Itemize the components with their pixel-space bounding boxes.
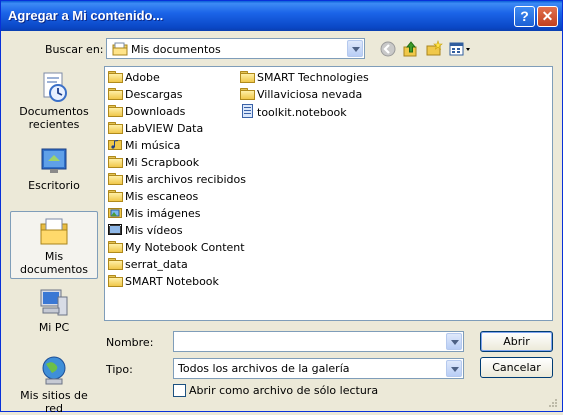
place-desktop[interactable]: Escritorio (10, 145, 98, 205)
place-network[interactable]: Mis sitios de red (10, 355, 98, 415)
list-item[interactable]: LabVIEW Data (108, 121, 203, 137)
list-item[interactable]: Mi Scrapbook (108, 155, 199, 171)
file-list[interactable]: Adobe Descargas Downloads LabVIEW Data M… (104, 66, 553, 321)
folder-icon (108, 156, 123, 168)
cancel-button[interactable]: Cancelar (480, 357, 553, 378)
views-menu-icon[interactable] (448, 40, 472, 58)
list-item[interactable]: Mis imágenes (108, 206, 201, 222)
folder-icon (108, 105, 123, 117)
videos-folder-icon (108, 224, 122, 235)
help-button[interactable]: ? (514, 6, 535, 27)
filename-label: Nombre: (106, 336, 154, 349)
list-item[interactable]: Descargas (108, 87, 183, 103)
list-item[interactable]: Mis escaneos (108, 189, 198, 205)
close-button[interactable]: ✕ (537, 6, 558, 27)
open-dialog: Agregar a Mi contenido... ? ✕ Buscar en:… (0, 0, 563, 415)
filename-input[interactable] (173, 331, 464, 352)
new-folder-icon[interactable] (424, 40, 444, 58)
list-item[interactable]: Adobe (108, 70, 160, 86)
readonly-label: Abrir como archivo de sólo lectura (189, 384, 379, 397)
filetype-label: Tipo: (106, 363, 133, 376)
place-label: Mis documentos (20, 250, 88, 276)
window-title: Agregar a Mi contenido... (8, 8, 164, 23)
up-folder-icon[interactable] (401, 40, 421, 58)
music-folder-icon (108, 140, 122, 150)
my-documents-small-icon (112, 42, 128, 56)
chevron-down-icon[interactable] (347, 40, 363, 57)
list-item[interactable]: Mis archivos recibidos (108, 172, 246, 188)
look-in-dropdown[interactable]: Mis documentos (106, 38, 365, 59)
recent-documents-icon (38, 71, 70, 103)
place-label: Escritorio (28, 179, 80, 192)
folder-icon (108, 275, 123, 287)
list-item[interactable]: Mi música (108, 138, 180, 154)
place-label: Mi PC (38, 321, 70, 334)
folder-icon (108, 71, 123, 83)
place-my-documents[interactable]: Mis documentos (10, 211, 98, 279)
notebook-file-icon (242, 104, 253, 118)
places-bar: Documentos recientes Escritorio Mis docu… (10, 65, 98, 415)
list-item[interactable]: My Notebook Content (108, 240, 245, 256)
folder-icon (240, 88, 255, 100)
my-computer-icon (38, 287, 70, 319)
folder-icon (240, 71, 255, 83)
list-item[interactable]: SMART Notebook (108, 274, 219, 290)
chevron-down-icon[interactable] (446, 333, 462, 350)
place-my-computer[interactable]: Mi PC (10, 287, 98, 343)
chevron-down-icon[interactable] (446, 360, 462, 377)
place-label: Documentos recientes (19, 105, 89, 131)
list-item[interactable]: Downloads (108, 104, 185, 120)
network-places-icon (38, 355, 70, 387)
folder-icon (108, 88, 123, 100)
folder-icon (108, 241, 123, 253)
place-label: Mis sitios de red (20, 389, 88, 415)
filetype-value: Todos los archivos de la galería (178, 362, 350, 375)
readonly-checkbox[interactable] (173, 384, 186, 397)
back-icon[interactable] (378, 40, 398, 58)
my-documents-icon (38, 216, 70, 248)
resize-grip-icon[interactable] (546, 398, 558, 410)
pictures-folder-icon (108, 208, 122, 218)
filetype-select[interactable]: Todos los archivos de la galería (173, 358, 464, 379)
list-item[interactable]: toolkit.notebook (240, 104, 347, 120)
desktop-icon (38, 145, 70, 177)
open-button[interactable]: Abrir (480, 331, 553, 352)
look-in-label: Buscar en: (45, 43, 104, 56)
title-bar[interactable]: Agregar a Mi contenido... ? ✕ (1, 1, 562, 31)
list-item[interactable]: Mis vídeos (108, 223, 183, 239)
folder-icon (108, 173, 123, 185)
folder-icon (108, 258, 123, 270)
look-in-value: Mis documentos (131, 43, 221, 56)
list-item[interactable]: serrat_data (108, 257, 188, 273)
place-recent-documents[interactable]: Documentos recientes (10, 71, 98, 141)
folder-icon (108, 122, 123, 134)
list-item[interactable]: Villaviciosa nevada (240, 87, 362, 103)
list-item[interactable]: SMART Technologies (240, 70, 369, 86)
folder-icon (108, 190, 123, 202)
